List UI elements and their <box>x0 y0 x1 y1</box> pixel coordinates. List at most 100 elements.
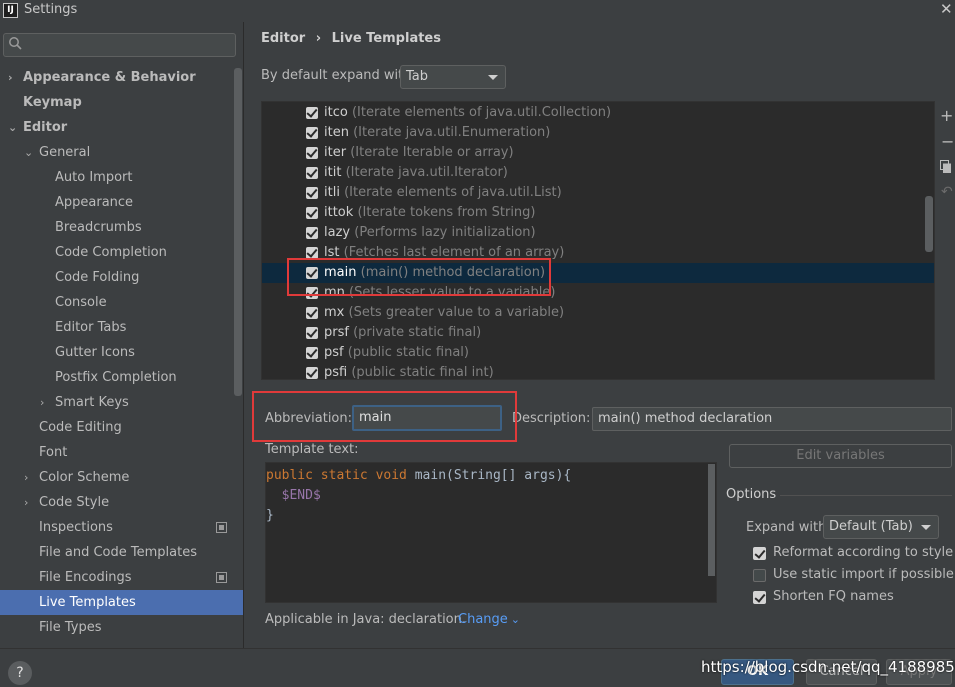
sidebar-item[interactable]: Font <box>0 440 233 465</box>
checkbox-checked-icon[interactable] <box>306 147 318 159</box>
template-row[interactable]: prsf (private static final) <box>262 323 934 343</box>
template-row[interactable]: iter (Iterate Iterable or array) <box>262 143 934 163</box>
add-icon[interactable]: + <box>940 106 953 125</box>
template-row[interactable]: itli (Iterate elements of java.util.List… <box>262 183 934 203</box>
checkbox-checked-icon[interactable] <box>306 227 318 239</box>
checkbox-unchecked-icon[interactable] <box>753 569 766 582</box>
close-icon[interactable]: ✕ <box>940 0 953 18</box>
sidebar-item[interactable]: Editor Tabs <box>0 315 233 340</box>
sidebar-item[interactable]: Keymap <box>0 90 233 115</box>
title-bar <box>0 0 955 22</box>
template-row[interactable]: itco (Iterate elements of java.util.Coll… <box>262 103 934 123</box>
sidebar-item[interactable]: File Encodings <box>0 565 233 590</box>
checkbox-checked-icon[interactable] <box>753 591 766 604</box>
template-row[interactable]: ittok (Iterate tokens from String) <box>262 203 934 223</box>
sidebar-item[interactable]: › Code Style <box>0 490 233 515</box>
applicable-context: Applicable in Java: declaration. <box>265 612 467 627</box>
shorten-fq-label: Shorten FQ names <box>773 589 894 604</box>
template-description: (public static final int) <box>351 365 494 380</box>
template-description: (private static final) <box>353 325 482 340</box>
sidebar-item[interactable]: › Appearance & Behavior <box>0 65 233 90</box>
chevron-down-icon[interactable]: ⌄ <box>8 115 17 140</box>
checkbox-checked-icon[interactable] <box>306 347 318 359</box>
description-label: Description: <box>512 411 591 426</box>
sidebar-item[interactable]: File and Code Templates <box>0 540 233 565</box>
chevron-down-icon[interactable]: ⌄ <box>24 140 33 165</box>
sidebar-item[interactable]: › Color Scheme <box>0 465 233 490</box>
template-text-editor[interactable]: public static void main(String[] args){ … <box>265 462 717 603</box>
sidebar-item[interactable]: Appearance <box>0 190 233 215</box>
sidebar-item-label: File Types <box>39 620 102 635</box>
template-description: (Iterate tokens from String) <box>357 205 536 220</box>
checkbox-checked-icon[interactable] <box>306 167 318 179</box>
sidebar-item[interactable]: Code Editing <box>0 415 233 440</box>
search-input[interactable] <box>3 33 236 57</box>
expand-with-select[interactable]: Default (Tab) <box>823 515 939 539</box>
sidebar-item[interactable]: Postfix Completion <box>0 365 233 390</box>
template-description: (Sets greater value to a variable) <box>348 305 565 320</box>
default-expand-label: By default expand with <box>261 68 412 83</box>
checkbox-checked-icon[interactable] <box>306 187 318 199</box>
checkbox-checked-icon[interactable] <box>753 547 766 560</box>
sidebar-item-label: Code Completion <box>55 245 167 260</box>
checkbox-checked-icon[interactable] <box>306 307 318 319</box>
template-row[interactable]: itit (Iterate java.util.Iterator) <box>262 163 934 183</box>
sidebar-item[interactable]: Auto Import <box>0 165 233 190</box>
template-abbreviation: itco (Iterate elements of java.util.Coll… <box>324 103 611 123</box>
chevron-down-icon <box>921 525 931 530</box>
template-description: (Performs lazy initialization) <box>354 225 536 240</box>
remove-icon[interactable]: − <box>941 132 954 151</box>
template-text-label: Template text: <box>265 442 359 457</box>
template-row[interactable]: mx (Sets greater value to a variable) <box>262 303 934 323</box>
watermark-text: https://blog.csdn.net/qq_41889856 <box>701 658 955 676</box>
sidebar-item[interactable]: ⌄ General <box>0 140 233 165</box>
code-scrollbar[interactable] <box>708 464 715 576</box>
chevron-right-icon[interactable]: › <box>40 390 44 415</box>
template-row[interactable]: psf (public static final) <box>262 343 934 363</box>
restore-icon[interactable]: ↶ <box>941 184 953 200</box>
chevron-right-icon[interactable]: › <box>8 65 13 90</box>
sidebar-item-label: Appearance <box>55 195 134 210</box>
change-link[interactable]: Change <box>458 612 520 627</box>
sidebar-item[interactable]: Live Templates <box>0 590 243 615</box>
sidebar-item[interactable]: File Types <box>0 615 233 640</box>
sidebar-item[interactable]: Gutter Icons <box>0 340 233 365</box>
default-expand-select[interactable]: Tab <box>400 65 506 89</box>
sidebar-item[interactable]: › Smart Keys <box>0 390 233 415</box>
sidebar-item-label: Auto Import <box>55 170 133 185</box>
sidebar-item[interactable]: Console <box>0 290 233 315</box>
description-input[interactable]: main() method declaration <box>592 407 952 431</box>
sidebar-item[interactable]: Inspections <box>0 515 233 540</box>
template-abbreviation: itit (Iterate java.util.Iterator) <box>324 163 508 183</box>
template-description: (Iterate elements of java.util.Collectio… <box>351 105 612 120</box>
sidebar-item-label: Editor <box>23 120 68 135</box>
breadcrumb-parent[interactable]: Editor <box>261 31 305 46</box>
edit-variables-button[interactable]: Edit variables <box>729 444 952 468</box>
sidebar-item-label: Font <box>39 445 68 460</box>
sidebar-item-label: Postfix Completion <box>55 370 177 385</box>
sidebar-item[interactable]: Code Folding <box>0 265 233 290</box>
help-button[interactable]: ? <box>8 661 32 685</box>
tree-scrollbar[interactable] <box>234 68 242 396</box>
app-icon: IJ <box>3 3 18 18</box>
checkbox-checked-icon[interactable] <box>306 327 318 339</box>
template-row[interactable]: lazy (Performs lazy initialization) <box>262 223 934 243</box>
sidebar-item-label: Editor Tabs <box>55 320 127 335</box>
checkbox-checked-icon[interactable] <box>306 127 318 139</box>
chevron-right-icon[interactable]: › <box>24 490 28 515</box>
highlight-box-main-row <box>287 258 551 296</box>
template-abbr-text: psf <box>324 345 344 360</box>
checkbox-checked-icon[interactable] <box>306 107 318 119</box>
live-templates-list[interactable]: itco (Iterate elements of java.util.Coll… <box>261 101 935 380</box>
sidebar-item[interactable]: Code Completion <box>0 240 233 265</box>
checkbox-checked-icon[interactable] <box>306 207 318 219</box>
chevron-right-icon[interactable]: › <box>24 465 28 490</box>
template-abbreviation: iten (Iterate java.util.Enumeration) <box>324 123 550 143</box>
sidebar-item[interactable]: Breadcrumbs <box>0 215 233 240</box>
duplicate-icon[interactable] <box>940 160 952 174</box>
list-scrollbar[interactable] <box>925 196 933 252</box>
template-row[interactable]: psfi (public static final int) <box>262 363 934 380</box>
sidebar-item[interactable]: ⌄ Editor <box>0 115 233 140</box>
checkbox-checked-icon[interactable] <box>306 367 318 379</box>
template-row[interactable]: iten (Iterate java.util.Enumeration) <box>262 123 934 143</box>
